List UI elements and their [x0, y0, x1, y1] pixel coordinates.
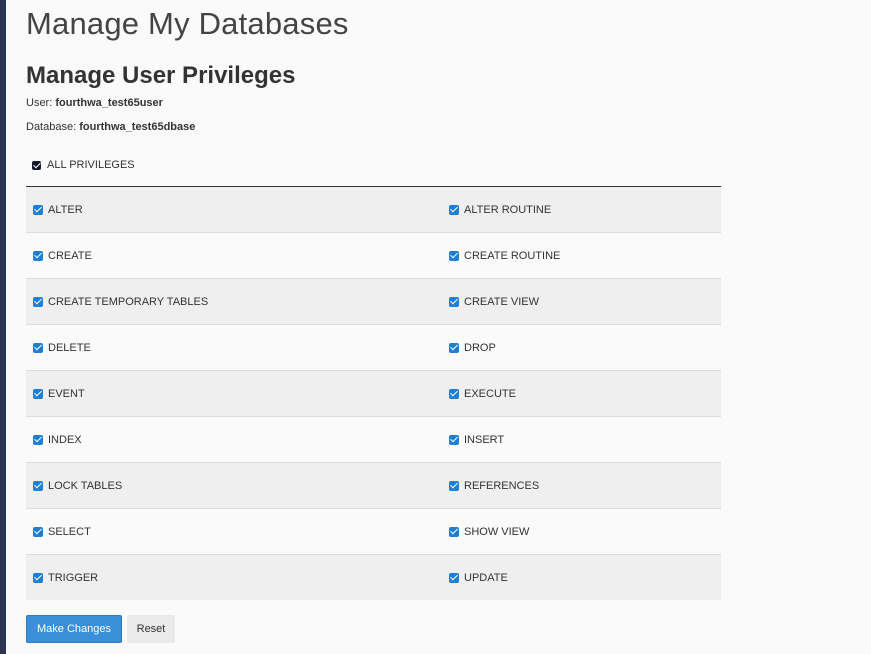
all-privileges-label: ALL PRIVILEGES	[47, 159, 135, 171]
page-title: Manage My Databases	[26, 6, 349, 41]
privileges-table: ALTER ALTER ROUTINE CREATE CREATE ROUTINE CR…	[26, 186, 721, 600]
privilege-checkbox[interactable]: INDEX	[33, 417, 82, 462]
privilege-checkbox[interactable]: REFERENCES	[449, 463, 539, 508]
privilege-row: EVENT EXECUTE	[26, 371, 721, 417]
privilege-row: LOCK TABLES REFERENCES	[26, 463, 721, 509]
privilege-label: INSERT	[464, 433, 505, 446]
checkbox-checked-icon[interactable]	[449, 204, 459, 215]
sidebar-strip	[0, 0, 6, 654]
privilege-label: EVENT	[48, 387, 85, 400]
privilege-checkbox[interactable]: DELETE	[33, 325, 91, 370]
privilege-label: CREATE ROUTINE	[464, 249, 561, 262]
checkbox-checked-icon[interactable]	[32, 160, 41, 170]
checkbox-checked-icon[interactable]	[449, 434, 459, 445]
privilege-checkbox[interactable]: SELECT	[33, 509, 91, 554]
privilege-label: CREATE VIEW	[464, 295, 539, 308]
checkbox-checked-icon[interactable]	[33, 342, 43, 353]
privilege-label: ALTER	[48, 203, 83, 216]
checkbox-checked-icon[interactable]	[449, 388, 459, 399]
privilege-row: DELETE DROP	[26, 325, 721, 371]
checkbox-checked-icon[interactable]	[449, 342, 459, 353]
checkbox-checked-icon[interactable]	[33, 572, 43, 583]
database-value: fourthwa_test65dbase	[79, 121, 196, 133]
database-line: Database: fourthwa_test65dbase	[26, 121, 195, 133]
privilege-checkbox[interactable]: CREATE ROUTINE	[449, 233, 560, 278]
checkbox-checked-icon[interactable]	[33, 250, 43, 261]
privilege-checkbox[interactable]: EVENT	[33, 371, 85, 416]
checkbox-checked-icon[interactable]	[449, 572, 459, 583]
privilege-label: TRIGGER	[48, 571, 99, 584]
privilege-label: SHOW VIEW	[464, 525, 530, 538]
privilege-label: REFERENCES	[464, 479, 540, 492]
privilege-checkbox[interactable]: CREATE VIEW	[449, 279, 539, 324]
privilege-row: INDEX INSERT	[26, 417, 721, 463]
checkbox-checked-icon[interactable]	[449, 526, 459, 537]
privilege-checkbox[interactable]: SHOW VIEW	[449, 509, 529, 554]
user-label: User:	[26, 97, 53, 109]
privilege-label: EXECUTE	[464, 387, 516, 400]
privilege-label: SELECT	[48, 525, 91, 538]
privilege-checkbox[interactable]: ALTER	[33, 187, 83, 232]
privilege-label: UPDATE	[464, 571, 508, 584]
privilege-checkbox[interactable]: CREATE TEMPORARY TABLES	[33, 279, 208, 324]
privilege-checkbox[interactable]: TRIGGER	[33, 555, 98, 600]
privilege-checkbox[interactable]: ALTER ROUTINE	[449, 187, 551, 232]
privilege-row: CREATE TEMPORARY TABLES CREATE VIEW	[26, 279, 721, 325]
privilege-checkbox[interactable]: EXECUTE	[449, 371, 516, 416]
user-line: User: fourthwa_test65user	[26, 97, 163, 109]
checkbox-checked-icon[interactable]	[33, 526, 43, 537]
checkbox-checked-icon[interactable]	[33, 296, 43, 307]
privilege-checkbox[interactable]: DROP	[449, 325, 496, 370]
checkbox-checked-icon[interactable]	[33, 434, 43, 445]
checkbox-checked-icon[interactable]	[33, 388, 43, 399]
privilege-label: DELETE	[48, 341, 91, 354]
privilege-label: CREATE	[48, 249, 92, 262]
checkbox-checked-icon[interactable]	[33, 204, 43, 215]
privilege-label: ALTER ROUTINE	[464, 203, 552, 216]
privilege-checkbox[interactable]: INSERT	[449, 417, 504, 462]
reset-button[interactable]: Reset	[127, 615, 175, 643]
privilege-row: CREATE CREATE ROUTINE	[26, 233, 721, 279]
checkbox-checked-icon[interactable]	[449, 480, 459, 491]
all-privileges-checkbox[interactable]: ALL PRIVILEGES	[32, 159, 135, 171]
privilege-label: DROP	[464, 341, 496, 354]
privilege-label: CREATE TEMPORARY TABLES	[48, 295, 209, 308]
privilege-row: SELECT SHOW VIEW	[26, 509, 721, 555]
checkbox-checked-icon[interactable]	[449, 296, 459, 307]
make-changes-button[interactable]: Make Changes	[26, 615, 122, 643]
privilege-row: TRIGGER UPDATE	[26, 555, 721, 600]
privilege-checkbox[interactable]: UPDATE	[449, 555, 508, 600]
privilege-label: LOCK TABLES	[48, 479, 123, 492]
database-label: Database:	[26, 121, 77, 133]
privilege-label: INDEX	[48, 433, 82, 446]
privilege-checkbox[interactable]: CREATE	[33, 233, 92, 278]
privilege-row: ALTER ALTER ROUTINE	[26, 187, 721, 233]
checkbox-checked-icon[interactable]	[449, 250, 459, 261]
checkbox-checked-icon[interactable]	[33, 480, 43, 491]
user-value: fourthwa_test65user	[55, 97, 163, 109]
privilege-checkbox[interactable]: LOCK TABLES	[33, 463, 122, 508]
section-title: Manage User Privileges	[26, 62, 296, 89]
